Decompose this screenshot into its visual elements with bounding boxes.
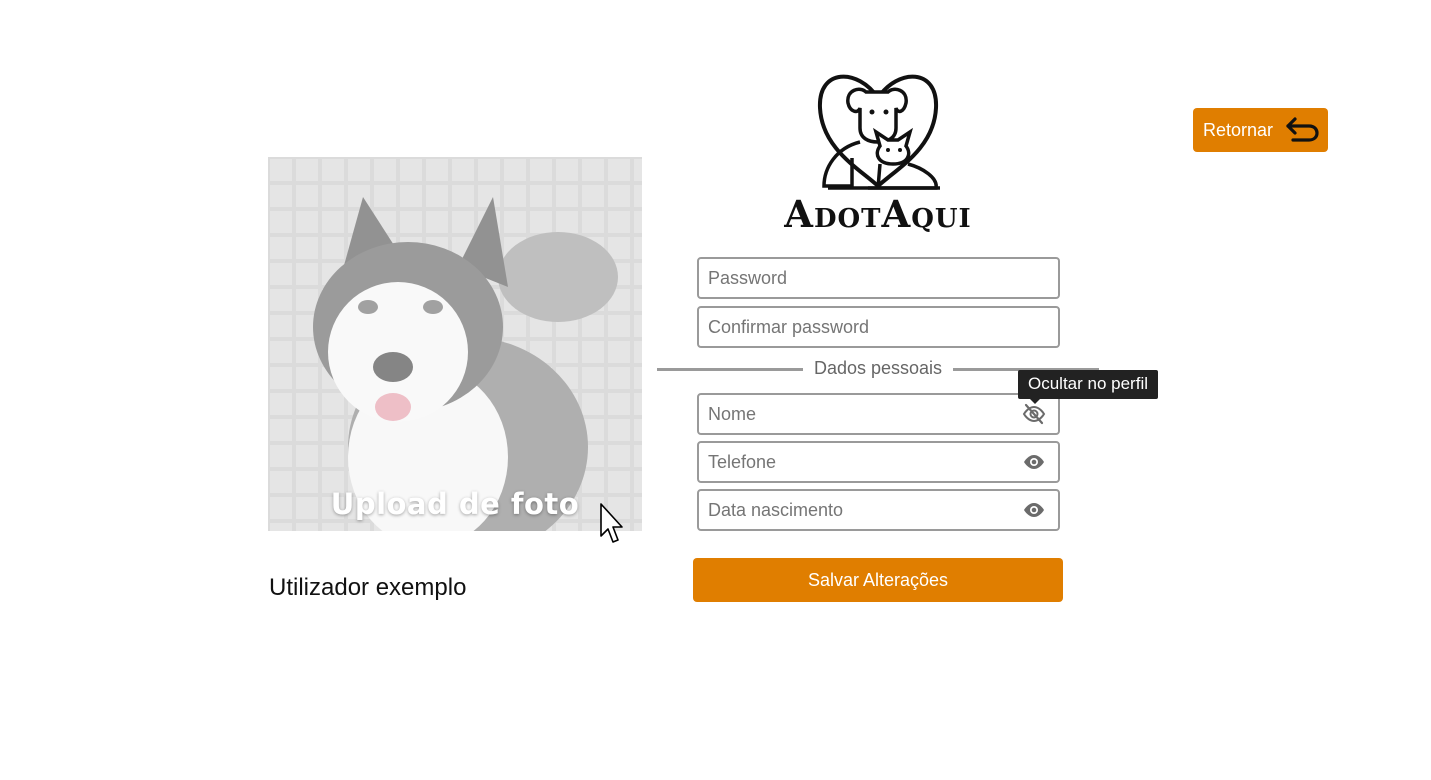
birthdate-field[interactable] [697, 489, 1060, 531]
confirm-password-field[interactable] [697, 306, 1060, 348]
birthdate-input[interactable] [699, 491, 1009, 529]
name-input[interactable] [699, 395, 1009, 433]
name-field[interactable] [697, 393, 1060, 435]
eye-off-icon[interactable] [1022, 402, 1046, 426]
password-input[interactable] [699, 259, 1009, 297]
visibility-tooltip: Ocultar no perfil [1018, 370, 1158, 404]
mouse-cursor-icon [600, 503, 623, 543]
return-button[interactable]: Retornar [1193, 108, 1328, 152]
password-field[interactable] [697, 257, 1060, 299]
username: Utilizador exemplo [269, 574, 467, 601]
phone-field[interactable] [697, 441, 1060, 483]
profile-photo-upload[interactable]: Upload de foto [268, 157, 642, 531]
photo-overlay [268, 157, 642, 531]
logo-text: AdotAqui [784, 192, 972, 236]
confirm-password-input[interactable] [699, 308, 1009, 346]
upload-photo-label: Upload de foto [330, 487, 580, 521]
return-arrow-icon [1286, 117, 1319, 142]
adotaqui-logo: AdotAqui [748, 68, 1008, 238]
eye-icon[interactable] [1022, 450, 1046, 474]
eye-icon[interactable] [1022, 498, 1046, 522]
pets-heart-icon [817, 74, 940, 190]
phone-input[interactable] [699, 443, 1009, 481]
return-button-label: Retornar [1203, 119, 1274, 140]
save-changes-button[interactable]: Salvar Alterações [693, 558, 1063, 602]
